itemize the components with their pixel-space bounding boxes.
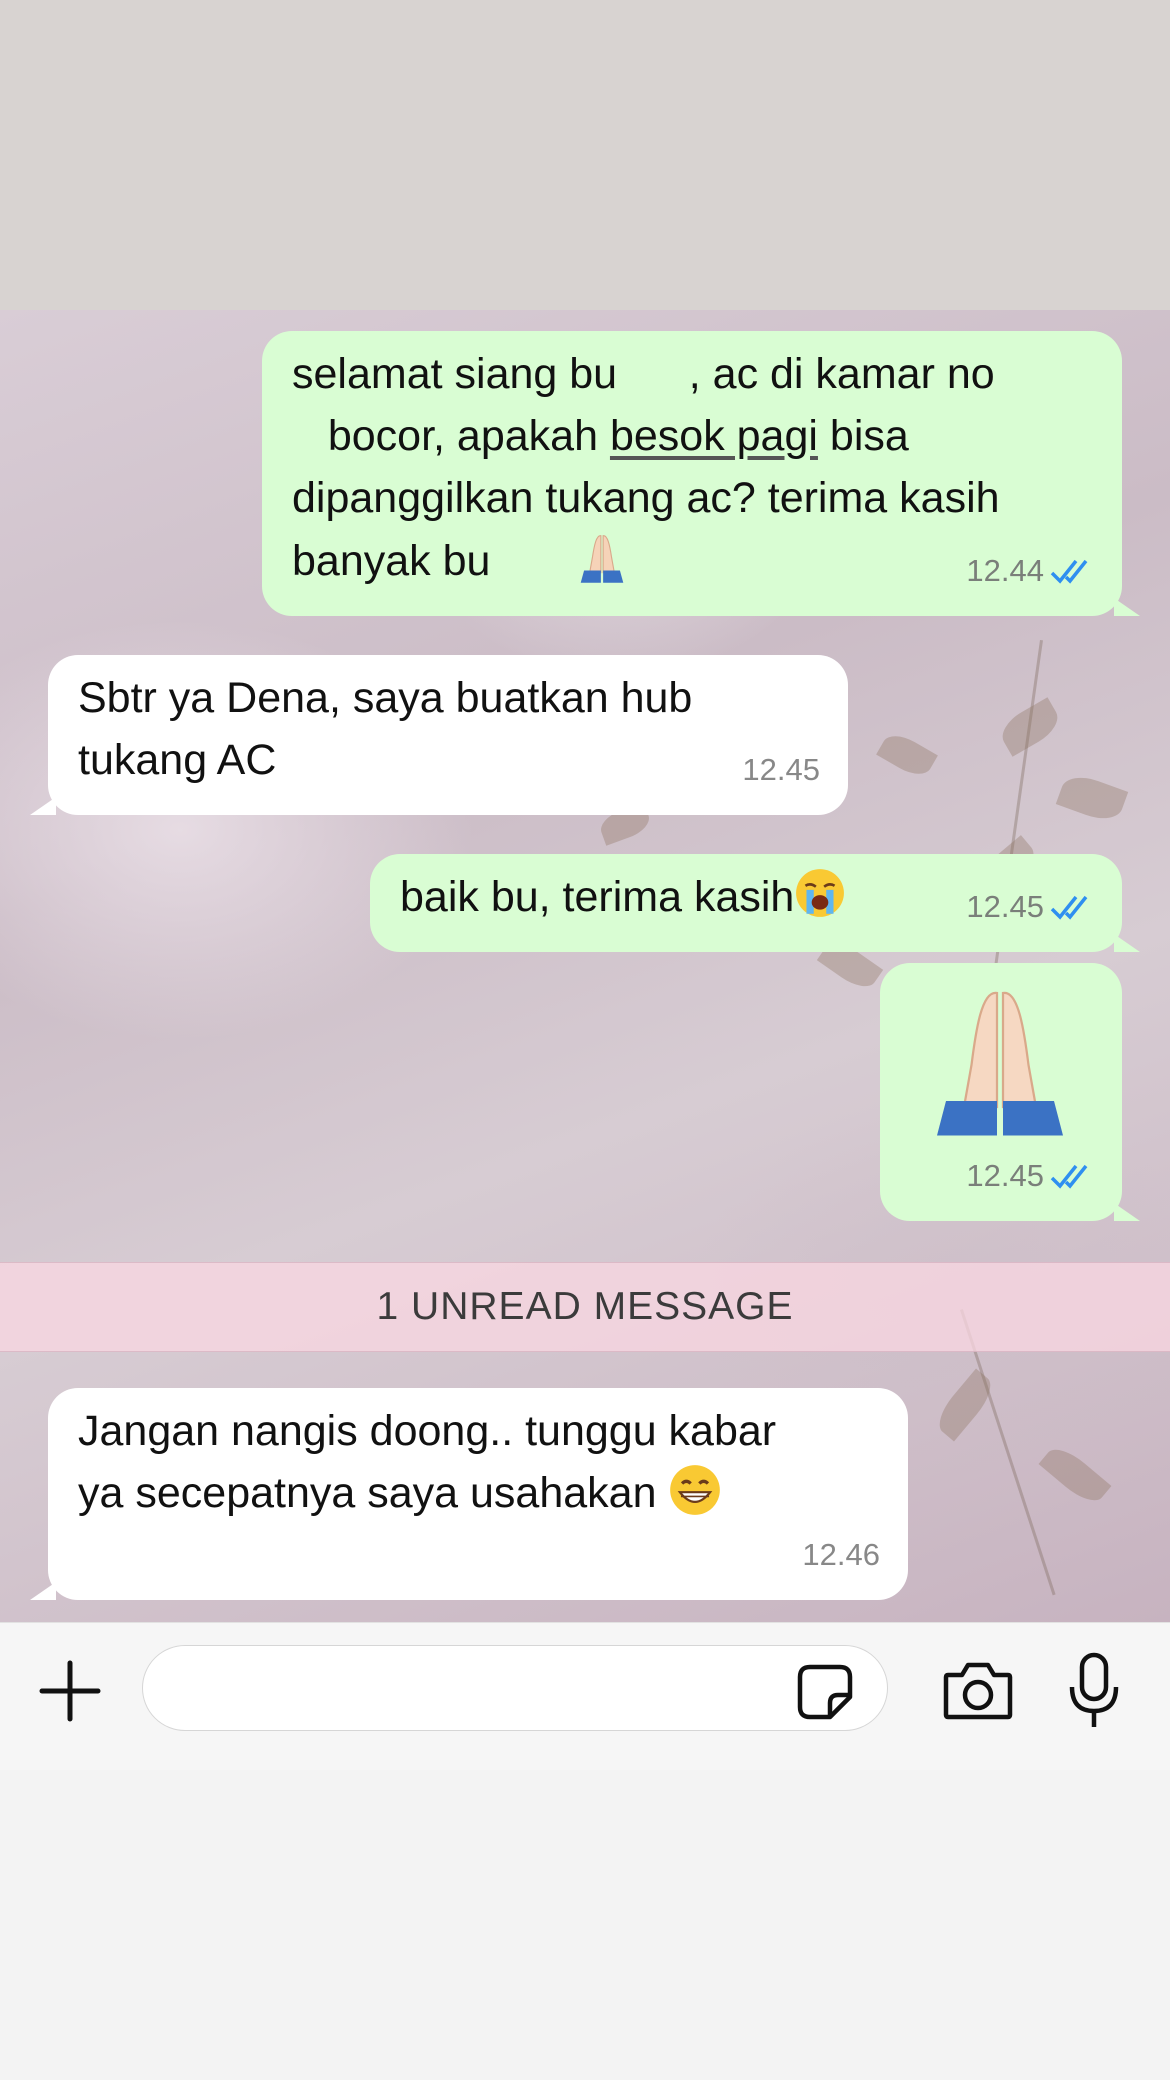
- wallpaper-leaf: [995, 697, 1065, 757]
- bubble-tail: [1114, 1203, 1140, 1221]
- wallpaper-leaf: [876, 728, 938, 782]
- unread-divider-label: 1 UNREAD MESSAGE: [376, 1285, 794, 1328]
- read-ticks-icon: [1050, 559, 1088, 584]
- wallpaper-leaf: [1055, 770, 1129, 826]
- message-meta: 12.45: [966, 1145, 1094, 1207]
- message-time: 12.45: [742, 752, 820, 787]
- message-bubble-outgoing[interactable]: baik bu, terima kasih 12.45: [370, 854, 1140, 952]
- folded-hands-icon: [580, 535, 624, 583]
- message-time: 12.44: [966, 553, 1044, 588]
- message-line: dipanggilkan tukang ac? terima kasih: [292, 474, 1000, 522]
- message-bubble-incoming[interactable]: Jangan nangis doong.. tunggu kabar ya se…: [30, 1388, 908, 1600]
- read-ticks-icon: [1050, 895, 1088, 920]
- message-bubble-incoming[interactable]: Sbtr ya Dena, saya buatkan hub tukang AC…: [30, 655, 848, 815]
- message-meta: 12.44: [966, 540, 1094, 602]
- message-line: banyak bu: [292, 537, 491, 585]
- bubble-tail: [30, 797, 56, 815]
- date-link[interactable]: besok pagi: [610, 412, 818, 460]
- message-line: baik bu, terima kasih: [400, 873, 795, 921]
- unread-divider: 1 UNREAD MESSAGE: [0, 1262, 1170, 1352]
- plus-icon[interactable]: [36, 1657, 104, 1725]
- message-bubble-emoji[interactable]: 12.45: [880, 963, 1140, 1221]
- message-line: bisa: [817, 412, 909, 460]
- message-meta: 12.45: [742, 739, 820, 801]
- message-line: bocor, apakah: [292, 412, 610, 460]
- bubble-tail: [1114, 598, 1140, 616]
- wallpaper-stem: [960, 1309, 1056, 1596]
- sticker-icon[interactable]: [796, 1663, 854, 1721]
- bubble-tail: [1114, 934, 1140, 952]
- message-meta: 12.45: [966, 876, 1094, 938]
- wallpaper-leaf: [931, 1368, 999, 1442]
- message-line: selamat siang bu , ac di kamar no: [292, 350, 995, 398]
- message-time: 12.45: [966, 889, 1044, 924]
- message-text: Sbtr ya Dena, saya buatkan hub tukang AC: [78, 674, 693, 784]
- message-input[interactable]: [142, 1645, 888, 1731]
- message-meta: 12.46: [802, 1524, 880, 1586]
- bubble-tail: [30, 1582, 56, 1600]
- folded-hands-icon: [937, 991, 1063, 1136]
- wallpaper-leaf: [1038, 1441, 1112, 1509]
- loudly-crying-face-icon: [796, 869, 845, 917]
- read-ticks-icon: [1050, 1164, 1088, 1189]
- message-text: Jangan nangis doong.. tunggu kabar ya se…: [78, 1400, 878, 1524]
- message-time: 12.46: [802, 1537, 880, 1572]
- grinning-face-icon: [670, 1465, 721, 1515]
- bottom-blank-area: [0, 1770, 1170, 2080]
- message-bubble-outgoing[interactable]: selamat siang bu , ac di kamar no bocor,…: [262, 331, 1140, 616]
- composer-bar: [0, 1622, 1170, 1771]
- camera-icon[interactable]: [942, 1659, 1014, 1721]
- message-time: 12.45: [966, 1158, 1044, 1193]
- top-blank-area: [0, 0, 1170, 310]
- microphone-icon[interactable]: [1068, 1651, 1120, 1731]
